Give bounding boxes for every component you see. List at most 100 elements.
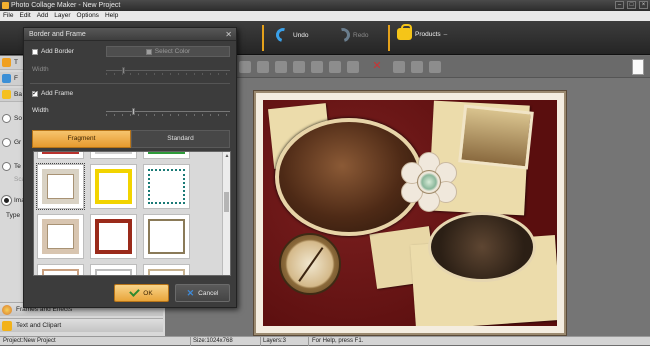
dialog-close-button[interactable]: ✕: [225, 30, 232, 39]
radio-icon: [2, 114, 11, 123]
page-icon[interactable]: [632, 59, 644, 75]
menu-options[interactable]: Options: [77, 11, 99, 21]
toolbar-separator: [262, 25, 264, 51]
frame-thumbnail[interactable]: [143, 164, 190, 209]
border-width-text: Width: [32, 66, 49, 73]
tab-fragment[interactable]: Fragment: [32, 130, 131, 148]
print-icon[interactable]: [257, 61, 269, 73]
align-icon[interactable]: [275, 61, 287, 73]
frame-thumbnail[interactable]: [37, 214, 84, 259]
frame-preview: [42, 269, 79, 275]
frame-thumbnail-list[interactable]: ▲: [33, 151, 231, 276]
frame-thumbnail[interactable]: [143, 264, 190, 275]
text-clipart-button[interactable]: Text and Clipart: [0, 318, 163, 332]
frame-preview: [95, 169, 132, 204]
divider: [30, 83, 230, 84]
layers-icon[interactable]: [429, 61, 441, 73]
ok-button[interactable]: OK: [114, 284, 169, 302]
panel-row-label: Ba: [14, 91, 22, 98]
add-border-label: Add Border: [41, 48, 74, 55]
products-dropdown-icon: –: [443, 30, 448, 38]
add-border-checkbox[interactable]: Add Border: [32, 48, 74, 55]
menu-help[interactable]: Help: [105, 11, 118, 21]
collage-canvas[interactable]: [263, 100, 557, 326]
ok-label: OK: [143, 289, 153, 297]
flower-clipart[interactable]: [399, 152, 459, 212]
frame-preview: [148, 152, 185, 154]
border-width-slider[interactable]: [106, 67, 230, 75]
settings-icon[interactable]: [411, 61, 423, 73]
rotate-left-icon[interactable]: [293, 61, 305, 73]
dialog-title-bar[interactable]: Border and Frame: [24, 28, 236, 41]
cancel-button[interactable]: ✕ Cancel: [175, 284, 230, 302]
redo-button[interactable]: Redo: [333, 25, 369, 45]
crop-icon[interactable]: [239, 61, 251, 73]
panel-row-label: T: [14, 59, 18, 66]
house-photo[interactable]: [458, 104, 534, 170]
add-frame-label: Add Frame: [41, 90, 74, 97]
menu-file[interactable]: File: [3, 11, 13, 21]
frame-thumbnail[interactable]: [90, 214, 137, 259]
panel-row-label: F: [14, 75, 18, 82]
frame-width-slider[interactable]: [106, 108, 230, 116]
border-frame-dialog: Border and Frame ✕ Add Border Select Col…: [23, 27, 237, 308]
frame-thumbnail[interactable]: [90, 264, 137, 275]
frame-thumbnail[interactable]: [37, 152, 84, 159]
frame-icon: [2, 74, 11, 83]
undo-button[interactable]: Undo: [273, 25, 309, 45]
slider-ticks: [106, 114, 230, 116]
frame-tabs: Fragment Standard: [32, 130, 230, 148]
scroll-up-icon[interactable]: ▲: [223, 152, 230, 160]
color-swatch-icon: [145, 48, 152, 55]
rotate-right-icon[interactable]: [311, 61, 323, 73]
frame-preview: [42, 219, 79, 254]
frame-thumbnail[interactable]: [37, 264, 84, 275]
frame-preview: [95, 219, 132, 254]
redo-icon: [333, 25, 353, 45]
scrollbar-thumb[interactable]: [224, 192, 229, 212]
panel-row-label: Gr: [14, 139, 22, 146]
frame-thumbnail[interactable]: [36, 163, 85, 210]
menu-layer[interactable]: Layer: [54, 11, 70, 21]
frame-thumbnail[interactable]: [143, 152, 190, 159]
cancel-x-icon: ✕: [186, 287, 195, 298]
products-button[interactable]: Products –: [397, 24, 448, 40]
close-window-button[interactable]: ×: [639, 1, 648, 9]
checkmark-icon: [129, 286, 141, 297]
checkbox-icon: [32, 48, 38, 55]
tab-standard[interactable]: Standard: [131, 130, 230, 148]
slider-ticks: [106, 73, 230, 75]
thumbnail-scrollbar[interactable]: ▲: [222, 152, 230, 275]
background-icon: [2, 90, 11, 99]
frame-preview: [148, 219, 185, 254]
undo-icon: [273, 25, 293, 45]
collage-frame[interactable]: [254, 91, 566, 335]
select-color-button[interactable]: Select Color: [106, 46, 230, 57]
cancel-label: Cancel: [198, 289, 219, 297]
text-clipart-icon: [2, 321, 12, 331]
frame-thumbnail[interactable]: [143, 214, 190, 259]
round-photo[interactable]: [428, 212, 536, 282]
flip-vertical-icon[interactable]: [347, 61, 359, 73]
compass-clipart[interactable]: [279, 233, 341, 295]
add-frame-checkbox[interactable]: Add Frame: [32, 89, 74, 97]
redo-label: Redo: [353, 31, 369, 39]
transform-icon[interactable]: [393, 61, 405, 73]
frame-preview: [42, 169, 79, 204]
flip-horizontal-icon[interactable]: [329, 61, 341, 73]
minimize-button[interactable]: –: [615, 1, 624, 9]
menu-edit[interactable]: Edit: [19, 11, 30, 21]
select-color-label: Select Color: [154, 48, 191, 55]
delete-icon[interactable]: ✕: [371, 61, 383, 73]
frame-thumbnail[interactable]: [90, 152, 137, 159]
status-bar: Project:New Project Size:1024x768 Layers…: [0, 336, 650, 346]
menu-add[interactable]: Add: [37, 11, 49, 21]
panel-row-label: So: [14, 115, 22, 122]
frame-thumbnail-grid: [36, 152, 190, 275]
panel-row-label: Type: [6, 212, 21, 219]
app-icon: [2, 2, 9, 9]
frame-thumbnail[interactable]: [90, 164, 137, 209]
undo-label: Undo: [293, 31, 309, 39]
checkbox-checked-icon: [32, 89, 38, 97]
maximize-button[interactable]: □: [627, 1, 636, 9]
